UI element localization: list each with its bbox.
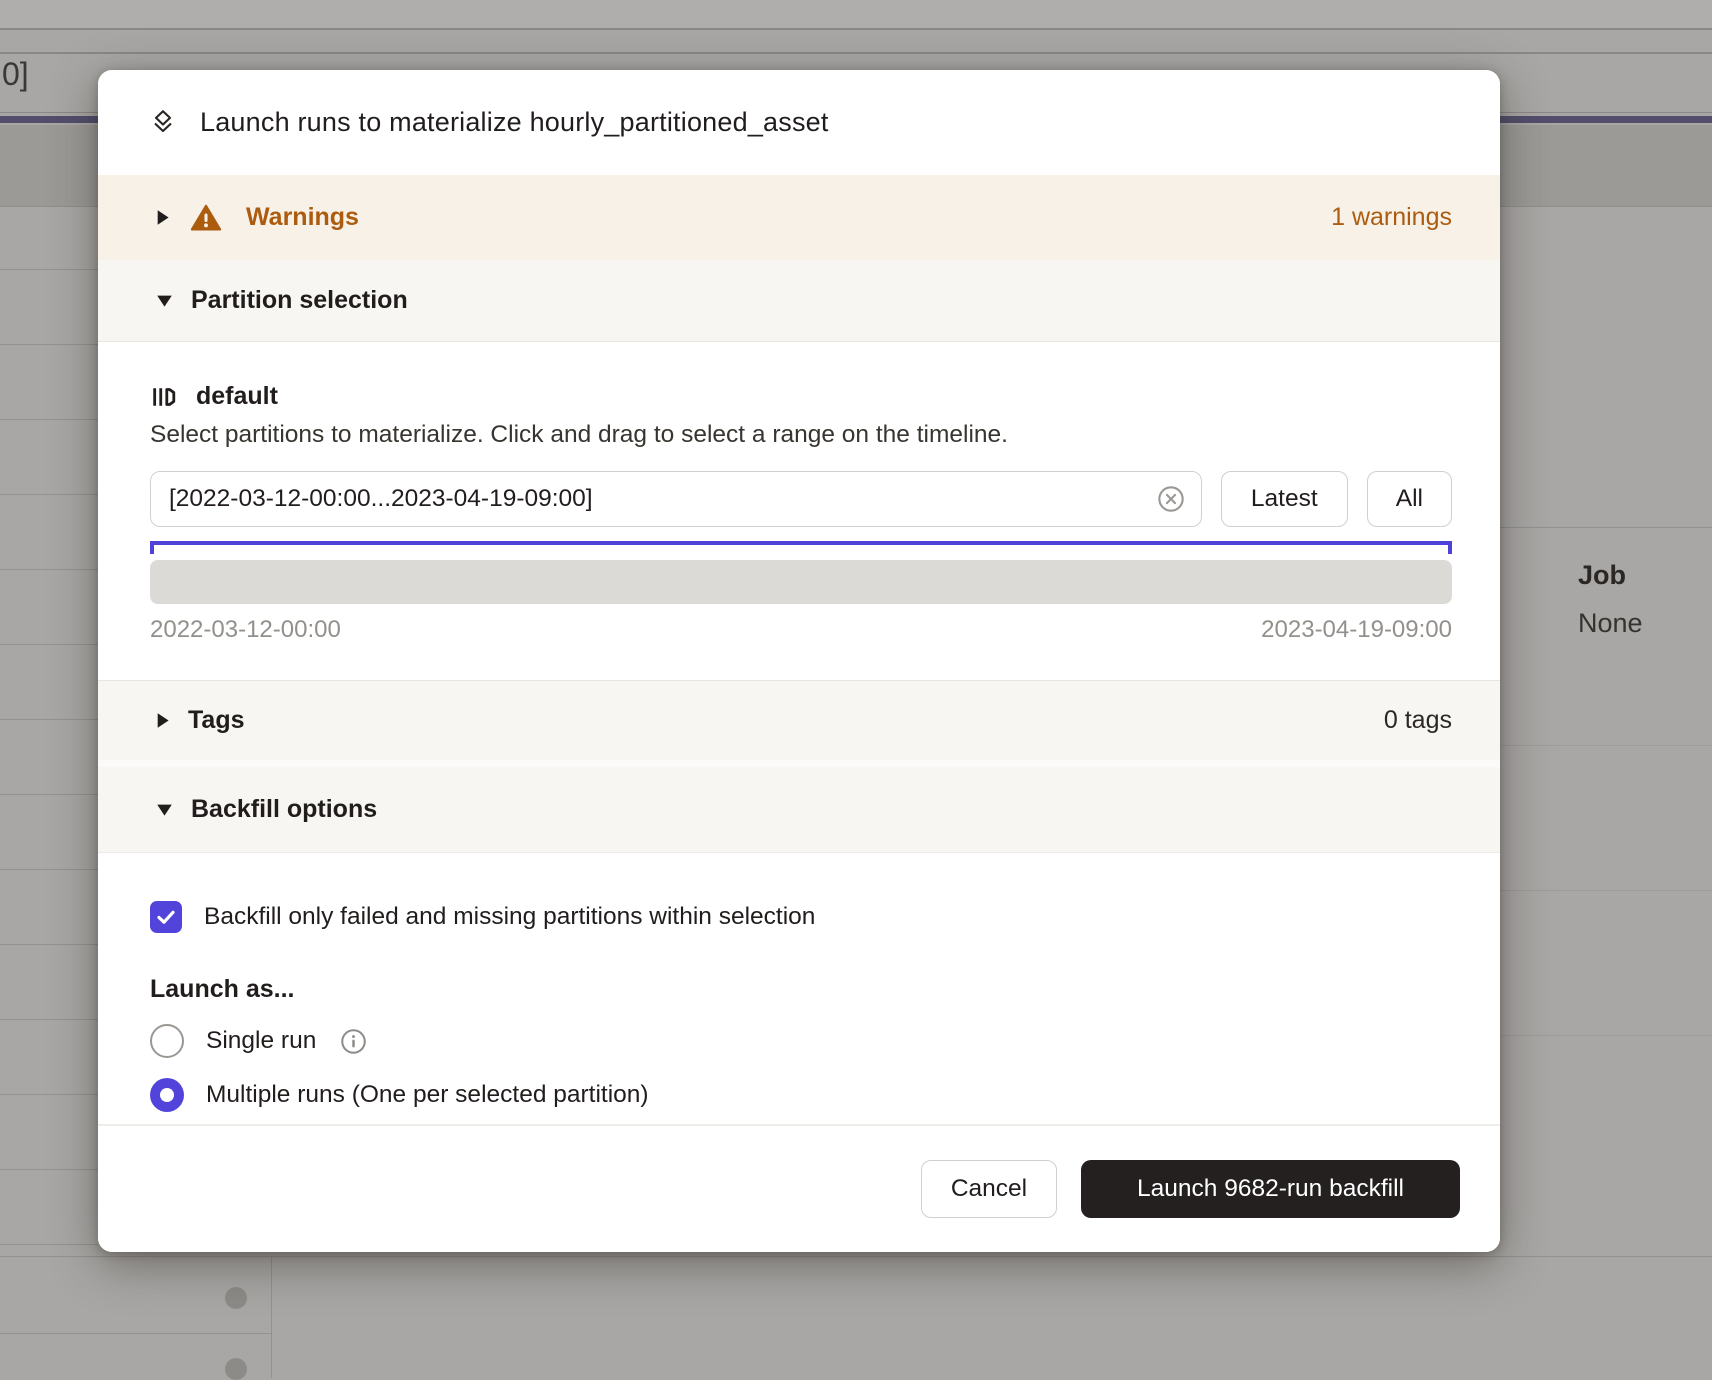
background-row-line [1500,527,1712,528]
clear-selection-button[interactable] [1157,485,1185,513]
asset-layers-icon [148,108,178,138]
background-row-line [1500,1035,1712,1036]
background-row-line [1500,745,1712,746]
partition-selection-body: default Select partitions to materialize… [98,342,1500,680]
info-icon[interactable] [340,1028,367,1055]
warnings-count: 1 warnings [1331,203,1452,232]
warnings-label: Warnings [246,203,359,232]
section-separator [98,760,1500,767]
multiple-runs-label: Multiple runs (One per selected partitio… [206,1081,649,1109]
dialog-title: Launch runs to materialize hourly_partit… [200,107,829,138]
tags-accordion[interactable]: Tags 0 tags [98,680,1500,760]
background-job-column-header: Job [1578,560,1626,591]
timeline-start-label: 2022-03-12-00:00 [150,616,341,644]
launch-backfill-button[interactable]: Launch 9682-run backfill [1081,1160,1460,1218]
background-job-cell-value: None [1578,608,1643,639]
background-row-line [0,1333,271,1334]
warnings-accordion[interactable]: Warnings 1 warnings [98,175,1500,260]
partition-set-icon [150,383,178,411]
partition-dimension-name: default [196,382,278,411]
timeline-selection-bracket [150,541,1452,554]
backfill-options-body: Backfill only failed and missing partiti… [98,853,1500,1124]
tags-header: Tags [188,706,245,735]
dialog-footer: Cancel Launch 9682-run backfill [98,1124,1500,1252]
multiple-runs-radio[interactable] [150,1078,184,1112]
timeline-end-label: 2023-04-19-09:00 [1261,616,1452,644]
cancel-button[interactable]: Cancel [921,1160,1057,1218]
partition-selection-accordion[interactable]: Partition selection [98,260,1500,342]
background-top-bar [0,0,1712,30]
caret-down-icon [156,803,173,817]
background-row-line [1500,890,1712,891]
warning-triangle-icon [190,202,222,234]
multiple-runs-option: Multiple runs (One per selected partitio… [150,1078,1452,1112]
dialog-header: Launch runs to materialize hourly_partit… [98,70,1500,175]
partition-range-inputbox[interactable] [150,471,1202,527]
partition-health-timeline[interactable] [150,560,1452,604]
caret-right-icon [156,209,170,226]
partition-range-controls: Latest All [150,471,1452,527]
backfill-only-failed-label: Backfill only failed and missing partiti… [204,903,815,931]
single-run-radio[interactable] [150,1024,184,1058]
background-partial-input-text: 0] [2,56,29,93]
caret-right-icon [156,712,170,729]
background-status-dot [225,1287,247,1309]
launch-as-label: Launch as... [150,975,1452,1004]
background-status-dot [225,1358,247,1380]
partition-range-input[interactable] [169,485,1157,513]
timeline-labels: 2022-03-12-00:00 2023-04-19-09:00 [150,616,1452,644]
backfill-only-failed-checkbox[interactable] [150,901,182,933]
background-second-band [0,32,1712,54]
backfill-only-failed-row: Backfill only failed and missing partiti… [150,901,1452,933]
background-row-line [0,1256,1712,1257]
background-column-divider [271,1256,272,1378]
partition-selection-description: Select partitions to materialize. Click … [150,421,1452,449]
caret-down-icon [156,294,173,308]
clear-circle-x-icon [1157,485,1185,513]
single-run-option: Single run [150,1024,1452,1058]
launch-partitions-dialog: Launch runs to materialize hourly_partit… [98,70,1500,1252]
partition-dimension-row: default [150,382,1452,411]
tags-count: 0 tags [1384,706,1452,735]
single-run-label: Single run [206,1027,316,1055]
latest-button[interactable]: Latest [1221,471,1348,527]
backfill-options-accordion[interactable]: Backfill options [98,767,1500,853]
checkmark-icon [154,905,178,929]
background-table-rows-left [0,195,98,1253]
all-button[interactable]: All [1367,471,1452,527]
backfill-options-header: Backfill options [191,795,377,824]
partition-selection-header: Partition selection [191,286,408,315]
